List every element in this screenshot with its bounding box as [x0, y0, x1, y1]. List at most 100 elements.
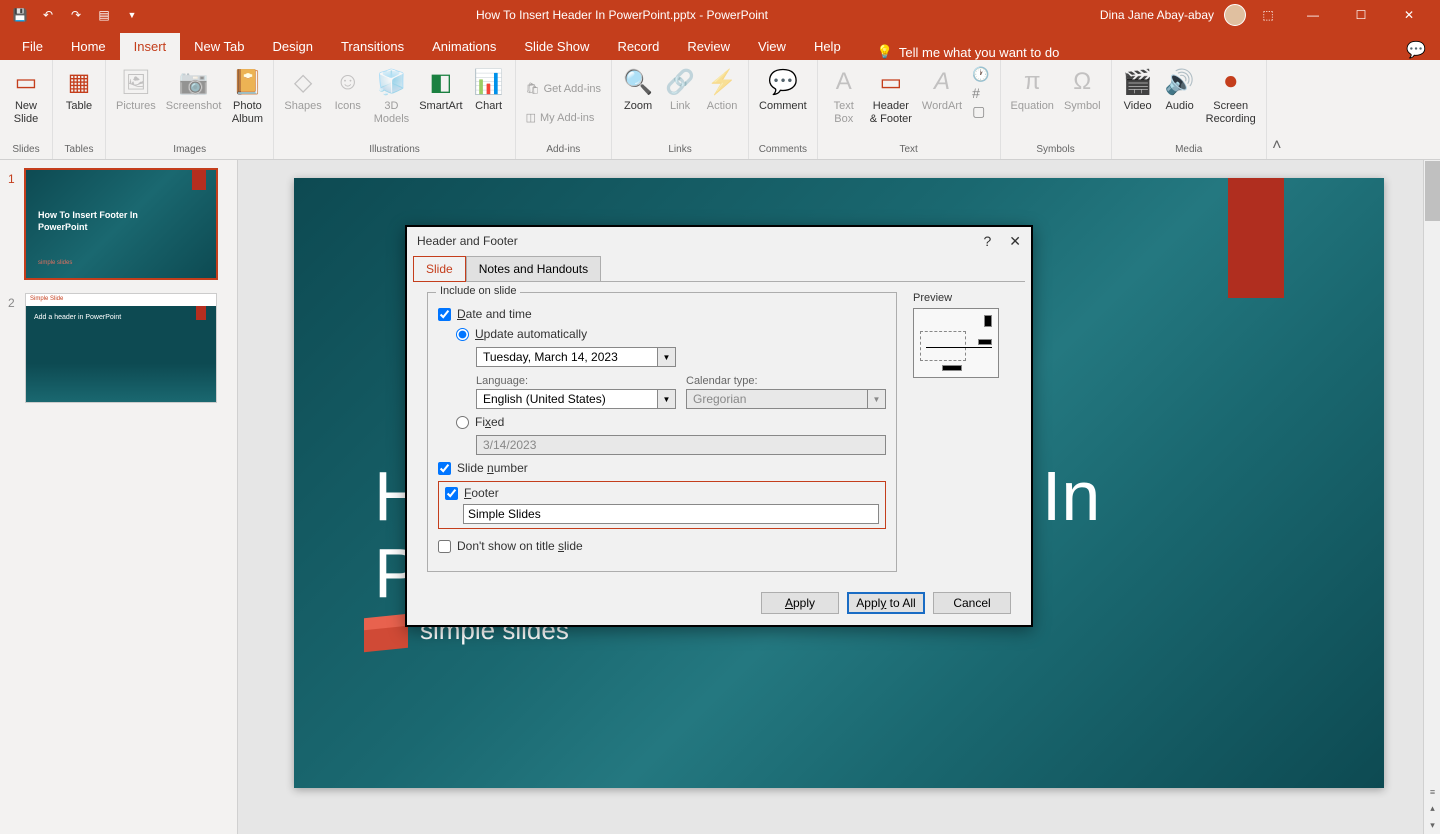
zoom-button[interactable]: 🔍Zoom [618, 64, 658, 115]
store-icon: 🛍 [526, 82, 540, 95]
language-value: English (United States) [477, 392, 657, 406]
audio-button[interactable]: 🔊Audio [1160, 64, 1200, 115]
smartart-label: SmartArt [419, 100, 462, 113]
date-format-value: Tuesday, March 14, 2023 [477, 350, 657, 364]
start-from-beginning-icon[interactable]: ▤ [92, 3, 116, 27]
slide-thumbnail-2[interactable]: Simple Slide Add a header in PowerPoint [26, 294, 216, 402]
video-label: Video [1124, 100, 1152, 113]
date-time-checkbox[interactable] [438, 308, 451, 321]
language-label: Language: [476, 375, 676, 387]
footer-checkbox[interactable] [445, 487, 458, 500]
link-icon: 🔗 [664, 66, 696, 98]
date-time-label[interactable]: Date and time [457, 307, 532, 321]
footer-text-input[interactable] [463, 504, 879, 524]
tab-design[interactable]: Design [259, 33, 327, 60]
tab-slide[interactable]: Slide [413, 256, 466, 282]
bookmark-icon [196, 306, 206, 320]
cancel-button[interactable]: Cancel [933, 592, 1011, 614]
dialog-body: Include on slide Date and time Update au… [413, 281, 1025, 582]
tell-me-search[interactable]: 💡 Tell me what you want to do [865, 44, 1072, 60]
tab-view[interactable]: View [744, 33, 800, 60]
undo-icon[interactable]: ↶ [36, 3, 60, 27]
new-slide-button[interactable]: ▭ New Slide [6, 64, 46, 128]
tab-home[interactable]: Home [57, 33, 120, 60]
include-on-slide-group: Include on slide Date and time Update au… [427, 292, 897, 572]
tab-help[interactable]: Help [800, 33, 855, 60]
dropdown-icon[interactable]: ▼ [657, 390, 675, 408]
tab-transitions[interactable]: Transitions [327, 33, 418, 60]
update-auto-label[interactable]: Update automatically [475, 327, 587, 341]
fixed-label[interactable]: Fixed [475, 415, 504, 429]
user-avatar[interactable] [1224, 4, 1246, 26]
quick-access-toolbar: 💾 ↶ ↷ ▤ ▼ [0, 3, 152, 27]
apply-button[interactable]: Apply [761, 592, 839, 614]
ribbon-display-icon[interactable]: ⬚ [1256, 3, 1280, 27]
photo-album-label: Photo Album [232, 100, 263, 126]
slide-number-checkbox[interactable] [438, 462, 451, 475]
dont-show-checkbox[interactable] [438, 540, 451, 553]
next-slide-icon[interactable]: ▾ [1424, 817, 1440, 834]
tab-notes-handouts[interactable]: Notes and Handouts [466, 256, 601, 282]
qat-dropdown-icon[interactable]: ▼ [120, 3, 144, 27]
table-button[interactable]: ▦ Table [59, 64, 99, 115]
footer-highlight: Footer [438, 481, 886, 529]
tab-insert[interactable]: Insert [120, 33, 181, 60]
icons-icon: ☺ [332, 66, 364, 98]
icons-label: Icons [335, 100, 361, 113]
photo-album-button[interactable]: 📔 Photo Album [227, 64, 267, 128]
screenshot-icon: 📷 [178, 66, 210, 98]
video-button[interactable]: 🎬Video [1118, 64, 1158, 115]
collapse-ribbon-icon[interactable]: ˄ [1267, 60, 1287, 159]
group-slides: ▭ New Slide Slides [0, 60, 53, 159]
slide-thumbnail-1[interactable]: How To Insert Footer In PowerPoint simpl… [26, 170, 216, 278]
calendar-label: Calendar type: [686, 375, 886, 387]
update-auto-radio[interactable] [456, 328, 469, 341]
share-icon[interactable]: 💬 [1392, 40, 1440, 60]
close-button[interactable]: ✕ [1386, 0, 1432, 30]
tab-record[interactable]: Record [603, 33, 673, 60]
thumb-number-2: 2 [8, 294, 26, 402]
header-footer-icon: ▭ [875, 66, 907, 98]
chart-button[interactable]: 📊Chart [469, 64, 509, 115]
close-dialog-icon[interactable]: ✕ [1009, 233, 1021, 250]
thumb-wrap-1: 1 How To Insert Footer In PowerPoint sim… [8, 170, 229, 278]
slide-number-small-icon[interactable]: # [972, 85, 989, 101]
fixed-radio[interactable] [456, 416, 469, 429]
smartart-button[interactable]: ◧SmartArt [415, 64, 466, 115]
tab-animations[interactable]: Animations [418, 33, 510, 60]
group-media: 🎬Video 🔊Audio ⏺Screen Recording Media [1112, 60, 1267, 159]
dropdown-icon[interactable]: ▼ [657, 348, 675, 366]
scroll-line-up-icon[interactable]: ≡ [1424, 783, 1440, 800]
tab-review[interactable]: Review [673, 33, 744, 60]
slide-number-label[interactable]: Slide number [457, 461, 528, 475]
comment-button[interactable]: 💬Comment [755, 64, 811, 115]
maximize-button[interactable]: ☐ [1338, 0, 1384, 30]
date-format-select[interactable]: Tuesday, March 14, 2023 ▼ [476, 347, 676, 367]
action-icon: ⚡ [706, 66, 738, 98]
audio-icon: 🔊 [1164, 66, 1196, 98]
redo-icon[interactable]: ↷ [64, 3, 88, 27]
wordart-button: AWordArt [918, 64, 966, 115]
minimize-button[interactable]: — [1290, 0, 1336, 30]
dont-show-label[interactable]: Don't show on title slide [457, 539, 583, 553]
language-select[interactable]: English (United States) ▼ [476, 389, 676, 409]
footer-label[interactable]: Footer [464, 486, 499, 500]
ribbon-insert: ▭ New Slide Slides ▦ Table Tables 🖼 Pict… [0, 60, 1440, 160]
table-label: Table [66, 100, 92, 113]
scroll-thumb[interactable] [1425, 161, 1440, 221]
textbox-icon: A [828, 66, 860, 98]
apply-to-all-button[interactable]: Apply to All [847, 592, 925, 614]
date-time-small-icon[interactable]: 🕐 [972, 66, 989, 83]
tab-newtab[interactable]: New Tab [180, 33, 258, 60]
object-small-icon[interactable]: ▢ [972, 103, 989, 120]
my-addins-label: My Add-ins [540, 112, 594, 124]
vertical-scrollbar[interactable]: ≡ ▴ ▾ [1423, 160, 1440, 834]
help-icon[interactable]: ? [983, 233, 991, 250]
screen-recording-button[interactable]: ⏺Screen Recording [1202, 64, 1260, 128]
tab-slideshow[interactable]: Slide Show [510, 33, 603, 60]
tab-file[interactable]: File [8, 33, 57, 60]
comment-label: Comment [759, 100, 807, 113]
header-footer-button[interactable]: ▭Header & Footer [866, 64, 916, 128]
prev-slide-icon[interactable]: ▴ [1424, 800, 1440, 817]
save-icon[interactable]: 💾 [8, 3, 32, 27]
